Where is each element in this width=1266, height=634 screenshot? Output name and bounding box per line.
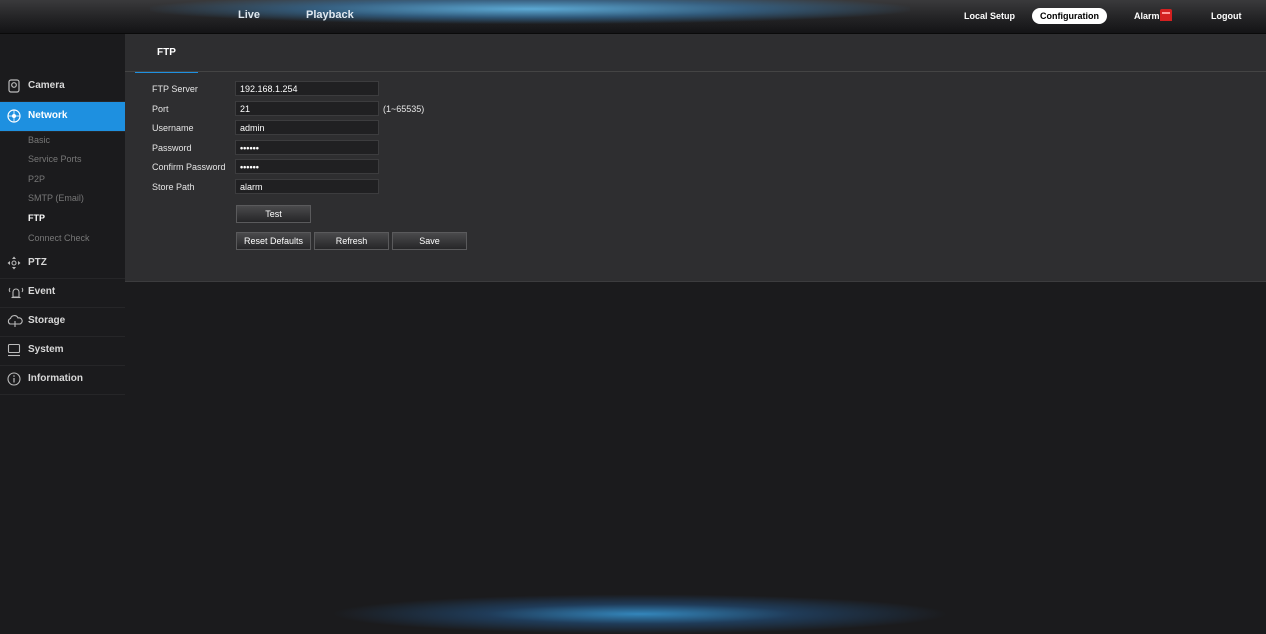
sidebar: Camera Network Basic Service Ports P2P S… bbox=[0, 34, 131, 618]
information-icon bbox=[7, 372, 21, 386]
save-button[interactable]: Save bbox=[392, 232, 467, 250]
nav-live[interactable]: Live bbox=[238, 9, 260, 21]
storage-icon bbox=[7, 314, 23, 328]
sidebar-item-label: Event bbox=[28, 286, 56, 297]
sidebar-item-label: Storage bbox=[28, 315, 66, 326]
network-icon bbox=[7, 109, 21, 123]
sidebar-item-storage[interactable]: Storage bbox=[0, 307, 125, 337]
sidebar-item-event[interactable]: Event bbox=[0, 278, 125, 308]
reset-defaults-button[interactable]: Reset Defaults bbox=[236, 232, 311, 250]
port-range-hint: (1~65535) bbox=[383, 104, 425, 114]
sidebar-item-label: PTZ bbox=[28, 257, 47, 268]
nav-configuration[interactable]: Configuration bbox=[1032, 8, 1107, 24]
system-icon bbox=[7, 343, 21, 357]
ftp-server-input[interactable] bbox=[235, 81, 379, 96]
password-label: Password bbox=[152, 143, 192, 153]
sidebar-item-label: Camera bbox=[28, 80, 65, 91]
tab-ftp-label: FTP bbox=[157, 47, 176, 58]
top-bar: Live Playback Local Setup Configuration … bbox=[0, 0, 1266, 34]
ftp-settings-panel: FTP FTP Server Port (1~65535) Username P… bbox=[125, 34, 1266, 282]
nav-logout[interactable]: Logout bbox=[1211, 11, 1242, 21]
sidebar-item-network[interactable]: Network bbox=[0, 102, 131, 132]
password-input[interactable] bbox=[235, 140, 379, 155]
store-path-label: Store Path bbox=[152, 182, 195, 192]
nav-playback[interactable]: Playback bbox=[306, 9, 354, 21]
tab-ftp[interactable]: FTP bbox=[135, 34, 198, 73]
ptz-icon bbox=[7, 256, 21, 270]
sidebar-item-label: Information bbox=[28, 373, 83, 384]
refresh-button[interactable]: Refresh bbox=[314, 232, 389, 250]
sidebar-sub-p2p[interactable]: P2P bbox=[28, 174, 45, 184]
camera-icon bbox=[7, 79, 21, 93]
sidebar-sub-smtp[interactable]: SMTP (Email) bbox=[28, 193, 84, 203]
nav-alarm[interactable]: Alarm bbox=[1134, 11, 1160, 21]
sidebar-item-label: System bbox=[28, 344, 64, 355]
nav-local-setup[interactable]: Local Setup bbox=[964, 11, 1015, 21]
port-input[interactable] bbox=[235, 101, 379, 116]
sidebar-item-system[interactable]: System bbox=[0, 336, 125, 366]
top-bar-glow bbox=[150, 0, 910, 24]
port-label: Port bbox=[152, 104, 169, 114]
store-path-input[interactable] bbox=[235, 179, 379, 194]
sidebar-sub-basic[interactable]: Basic bbox=[28, 135, 50, 145]
confirm-password-input[interactable] bbox=[235, 159, 379, 174]
sidebar-item-information[interactable]: Information bbox=[0, 365, 125, 395]
sidebar-item-ptz[interactable]: PTZ bbox=[0, 249, 125, 279]
sidebar-sub-ftp[interactable]: FTP bbox=[28, 213, 45, 223]
username-input[interactable] bbox=[235, 120, 379, 135]
test-button[interactable]: Test bbox=[236, 205, 311, 223]
event-icon bbox=[7, 285, 24, 299]
bottom-glow bbox=[330, 594, 950, 634]
alarm-icon[interactable] bbox=[1160, 9, 1172, 21]
sidebar-item-camera[interactable]: Camera bbox=[0, 72, 125, 102]
username-label: Username bbox=[152, 123, 194, 133]
sidebar-sub-connect-check[interactable]: Connect Check bbox=[28, 233, 90, 243]
tab-divider bbox=[125, 71, 1266, 72]
sidebar-sub-service-ports[interactable]: Service Ports bbox=[28, 154, 82, 164]
sidebar-item-label: Network bbox=[28, 110, 68, 121]
ftp-server-label: FTP Server bbox=[152, 84, 198, 94]
confirm-password-label: Confirm Password bbox=[152, 162, 226, 172]
